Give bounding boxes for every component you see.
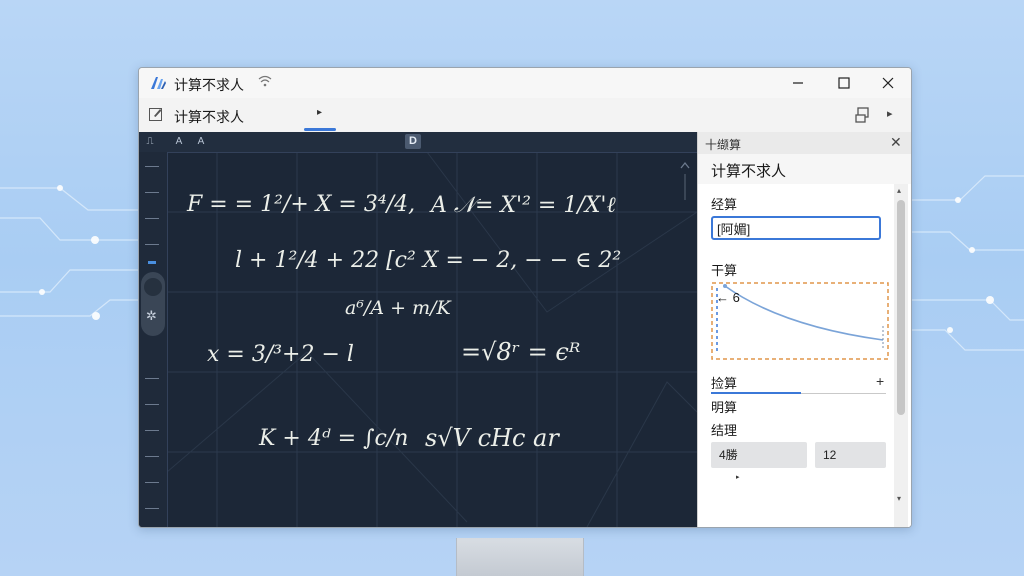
- left-ruler-marker: [148, 261, 156, 264]
- row-label-1: 明算: [711, 400, 738, 415]
- equation-line-1b: A 𝒩= X'² = 1/X'ℓ: [431, 193, 616, 218]
- maximize-icon: [838, 77, 850, 89]
- print-icon[interactable]: [855, 106, 873, 124]
- close-icon: [882, 77, 894, 89]
- tab-play-icon[interactable]: ▸: [317, 107, 322, 118]
- panel-scrollbar[interactable]: ▴ ▾: [894, 184, 908, 527]
- value-button-2[interactable]: 12: [815, 442, 886, 468]
- field1-label: 经算: [711, 197, 738, 212]
- window-title: 计算不求人: [174, 77, 244, 93]
- tool-circle-button[interactable]: [144, 278, 162, 296]
- add-section-icon[interactable]: +: [876, 373, 884, 389]
- close-button[interactable]: [865, 68, 911, 98]
- panel-header: 十缬算 ✕: [698, 132, 911, 154]
- toolbar: 计算不求人 ▸ ▸: [139, 98, 911, 133]
- equation-line-5a: K + 4ᵈ = ∫c/n: [259, 426, 409, 451]
- maximize-button[interactable]: [821, 68, 867, 98]
- panel-body: 经算 [阿媚] 干算 ← 6 捡算 + 明算 结理 4勝 12 ▸ ▴ ▾: [698, 184, 911, 527]
- equation-line-5b: s√V cHc ar: [425, 424, 559, 452]
- equation-line-1a: F = = 1²/+ X = 3⁴/4,: [187, 192, 416, 217]
- equation-line-3: a⁶/A + m/K: [345, 297, 451, 319]
- active-tab-indicator: [304, 128, 336, 131]
- ruler-mode-button[interactable]: D: [405, 134, 421, 149]
- ruler-button-3[interactable]: A: [195, 134, 207, 149]
- panel-header-label: 十缬算: [705, 138, 742, 152]
- chalkboard-canvas[interactable]: ⎍ A A D ✲ F = = 1²/+ X = 3⁴/4, A 𝒩= X'² …: [139, 132, 697, 527]
- wifi-icon: [258, 75, 272, 87]
- expand-arrow-icon[interactable]: ▸: [736, 473, 740, 481]
- equation-line-4b: =√8ʳ = ϵᴿ: [461, 338, 581, 366]
- equation-line-4a: x = 3/³+2 − l: [207, 342, 354, 367]
- section-tab-indicator: [711, 392, 801, 394]
- app-window: 计算不求人 计算不求人 ▸ ▸ ⎍ A A D ✲ F = = 1²/+ X =…: [138, 67, 912, 528]
- app-logo-icon: [151, 77, 166, 89]
- toolbar-chevron-icon[interactable]: ▸: [887, 107, 893, 120]
- minimize-icon: [793, 82, 803, 84]
- graph-label: ← 6: [716, 290, 740, 305]
- title-bar[interactable]: 计算不求人: [139, 68, 911, 98]
- value-button-1[interactable]: 4勝: [711, 442, 807, 468]
- panel-title: 计算不求人: [711, 163, 787, 180]
- row-label-2: 结理: [711, 423, 738, 438]
- panel-close-icon[interactable]: ✕: [890, 134, 902, 151]
- section-divider: [801, 393, 886, 394]
- properties-panel: 十缬算 ✕ 计算不求人 经算 [阿媚] 干算 ← 6 捡算 + 明算 结理 4勝…: [697, 132, 911, 527]
- canvas-scroll-arrow-icon[interactable]: [679, 160, 691, 200]
- top-ruler: ⎍ A A D: [139, 132, 697, 153]
- field2-label: 干算: [711, 263, 738, 278]
- ruler-button-1[interactable]: ⎍: [143, 134, 157, 149]
- left-ruler: [139, 152, 168, 527]
- tab-label[interactable]: 计算不求人: [174, 107, 244, 127]
- scroll-up-icon[interactable]: ▴: [897, 186, 901, 195]
- name-input[interactable]: [阿媚]: [711, 216, 881, 240]
- equation-line-2: l + 1²/4 + 22 [c² X = − 2, − − ∈ 2²: [235, 248, 622, 273]
- scroll-down-icon[interactable]: ▾: [897, 494, 901, 503]
- scrollbar-thumb[interactable]: [897, 200, 905, 415]
- section-tab-active[interactable]: 捡算: [711, 373, 886, 392]
- monitor-stand: [456, 538, 584, 576]
- document-edit-icon: [149, 108, 162, 121]
- minimize-button[interactable]: [775, 68, 821, 98]
- gear-icon[interactable]: ✲: [146, 308, 157, 324]
- ruler-button-2[interactable]: A: [173, 134, 185, 149]
